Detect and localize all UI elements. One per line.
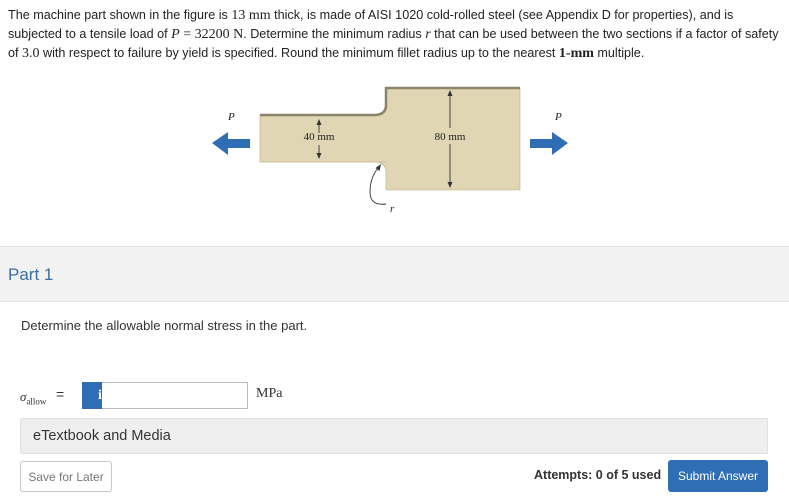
symbol-subscript: allow (26, 396, 47, 407)
left-load-arrow (212, 132, 250, 155)
attempts-counter: Attempts: 0 of 5 used (534, 468, 662, 482)
right-load-label: P (554, 111, 562, 123)
etextbook-label: eTextbook and Media (33, 428, 171, 444)
answer-symbol: σallow (20, 389, 46, 407)
save-for-later-button[interactable]: Save for Later (20, 461, 112, 492)
problem-text: . Determine the minimum radius (243, 27, 426, 41)
large-width-label: 80 mm (435, 131, 466, 143)
thickness-value: 13 mm (231, 8, 271, 23)
allowable-stress-input[interactable] (102, 382, 248, 409)
etextbook-media-panel[interactable]: eTextbook and Media (20, 418, 768, 454)
left-load-label: P (227, 111, 235, 123)
machine-part-figure: 40 mm 80 mm P P r (212, 86, 568, 215)
part-header: Part 1 (0, 246, 789, 302)
load-value: = 32200 N (179, 27, 244, 42)
problem-text: The machine part shown in the figure is (8, 8, 232, 22)
radius-label: r (390, 203, 395, 215)
equals-sign: = (56, 386, 65, 402)
problem-statement: The machine part shown in the figure is … (8, 6, 784, 63)
right-load-arrow (530, 132, 568, 155)
unit-label: MPa (256, 386, 283, 401)
problem-text: with respect to failure by yield is spec… (39, 46, 559, 60)
load-symbol: P (171, 27, 180, 42)
submit-answer-button[interactable]: Submit Answer (668, 460, 768, 492)
radius-leader (369, 167, 387, 205)
question-text: Determine the allowable normal stress in… (21, 318, 308, 333)
problem-text: multiple. (593, 46, 645, 60)
part-title: Part 1 (8, 265, 54, 284)
rounding-unit: 1-mm (558, 46, 594, 61)
part-body (259, 87, 521, 191)
safety-factor-value: 3.0 (22, 46, 40, 61)
small-width-label: 40 mm (304, 131, 335, 143)
